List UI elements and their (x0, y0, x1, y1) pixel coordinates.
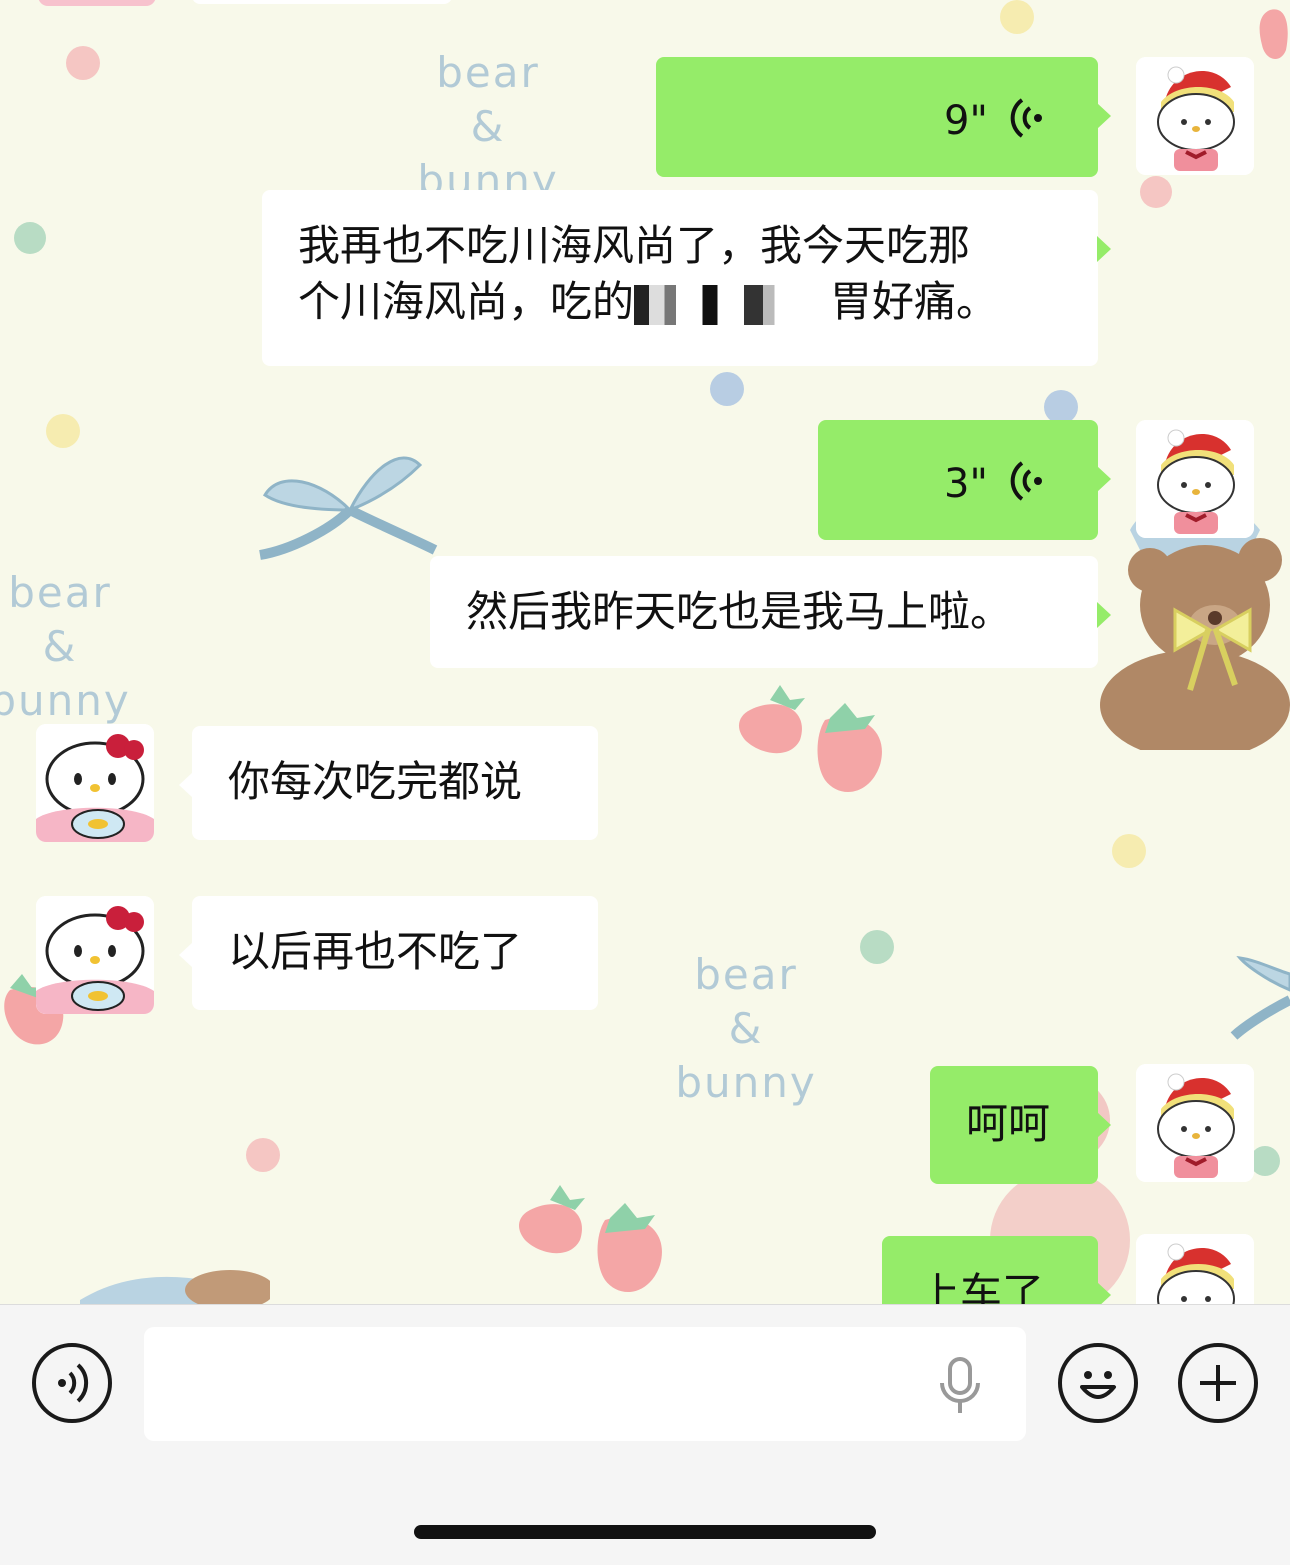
wallpaper-dot (1000, 0, 1034, 34)
kitty-santa-avatar-icon (1136, 1234, 1254, 1304)
message-text: 呵呵 (966, 1099, 1051, 1148)
redacted-mosaic (634, 284, 825, 325)
kitty-santa-avatar-icon (1136, 1064, 1254, 1182)
voice-mode-icon (58, 1363, 89, 1403)
wallpaper-watermark: bear & bunny (417, 48, 559, 205)
voice-message-bubble[interactable]: 9" (656, 57, 1111, 177)
text-message-bubble[interactable]: 上车了 (882, 1236, 1111, 1304)
wallpaper-dot (46, 414, 80, 448)
text-message-bubble[interactable]: 呵呵 (930, 1066, 1111, 1184)
hello-kitty-avatar-icon (36, 896, 154, 1014)
voice-mode-button[interactable] (32, 1343, 112, 1423)
text-message-bubble[interactable]: 我再也不吃川海风尚了，我今天吃那 个川海风尚，吃的 胃好痛。 (262, 190, 1111, 366)
hello-kitty-avatar-icon (36, 724, 154, 842)
my-avatar[interactable] (1136, 57, 1254, 175)
emoji-button[interactable] (1058, 1343, 1138, 1423)
wallpaper-dot (1250, 1146, 1280, 1176)
microphone-button[interactable] (934, 1357, 986, 1417)
wallpaper-watermark: bear & bunny (0, 568, 131, 725)
message-input[interactable] (144, 1327, 1026, 1441)
message-text: 以后再也不吃了 (228, 927, 523, 976)
ribbon-decoration (80, 1270, 270, 1304)
my-avatar[interactable] (1136, 1064, 1254, 1182)
wallpaper-dot (710, 372, 744, 406)
wallpaper-dot (860, 930, 894, 964)
wallpaper-dot (1044, 390, 1078, 424)
wallpaper-dot (246, 1138, 280, 1172)
message-text-line: 我再也不吃川海风尚了，我今天吃那 (298, 221, 971, 270)
message-text-line: 个川海风尚，吃的 胃好痛。 (298, 274, 1062, 330)
kitty-santa-avatar-icon (1136, 57, 1254, 175)
message-text-segment: 胃好痛。 (830, 277, 999, 326)
my-avatar[interactable] (1136, 420, 1254, 538)
wallpaper-dot (1140, 176, 1172, 208)
wallpaper-dot (66, 46, 100, 80)
kitty-santa-avatar-icon (1136, 420, 1254, 538)
add-icon (1200, 1365, 1236, 1401)
text-message-bubble[interactable]: 你每次吃完都说 (179, 726, 598, 840)
wallpaper-watermark: bear & bunny (675, 950, 817, 1107)
voice-message-bubble[interactable]: 3" (818, 420, 1111, 540)
add-button[interactable] (1178, 1343, 1258, 1423)
strawberry-decoration (1259, 9, 1288, 60)
text-message-bubble[interactable]: 以后再也不吃了 (179, 896, 598, 1010)
my-avatar[interactable] (1136, 1234, 1254, 1304)
voice-duration: 3" (944, 461, 988, 507)
emoji-icon (1080, 1371, 1116, 1399)
text-message-bubble[interactable]: 然后我昨天吃也是我马上啦。 (430, 556, 1111, 668)
message-text: 上车了 (918, 1269, 1045, 1304)
ribbon-bow-decoration (259, 456, 438, 560)
ribbon-bow-decoration (1230, 956, 1290, 1040)
contact-avatar[interactable] (36, 896, 154, 1014)
voice-wave-icon (1010, 461, 1042, 501)
chat-message-area[interactable]: bear & bunny bear & bunny bear & bunny 9… (0, 0, 1290, 1304)
wallpaper-dot (1112, 834, 1146, 868)
wallpaper-dot (14, 222, 46, 254)
strawberry-decoration (518, 1185, 662, 1292)
contact-avatar[interactable] (36, 724, 154, 842)
voice-wave-icon (1010, 98, 1042, 138)
message-bubble-cut[interactable] (192, 0, 452, 4)
message-text: 然后我昨天吃也是我马上啦。 (466, 587, 1013, 636)
message-text: 你每次吃完都说 (228, 757, 523, 806)
strawberry-decoration (738, 685, 882, 792)
microphone-icon (940, 1357, 980, 1413)
home-indicator[interactable] (414, 1525, 876, 1539)
message-text-segment: 个川海风尚，吃的 (298, 277, 635, 326)
contact-avatar[interactable] (38, 0, 156, 6)
voice-duration: 9" (944, 98, 988, 144)
chat-input-bar (0, 1304, 1290, 1565)
